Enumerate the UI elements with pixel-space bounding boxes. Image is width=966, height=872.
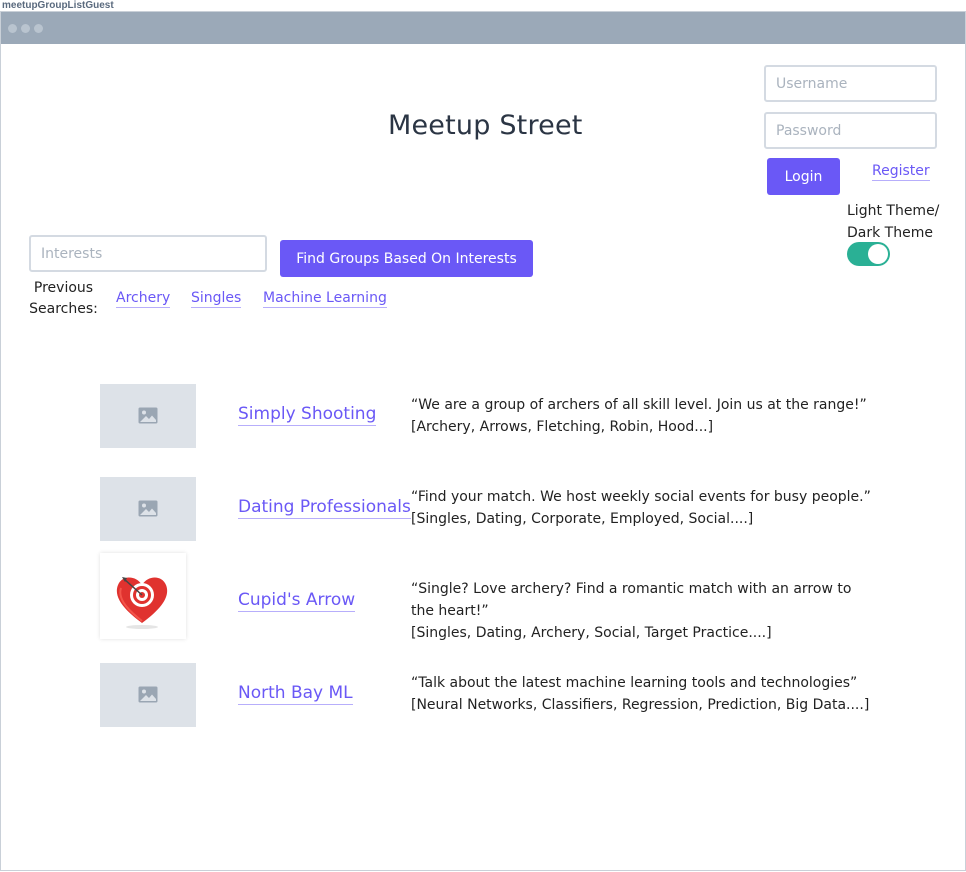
group-thumbnail (100, 477, 196, 541)
theme-label: Light Theme/ Dark Theme (847, 200, 939, 244)
group-description: “We are a group of archers of all skill … (411, 394, 867, 438)
frame-label: meetupGroupListGuest (2, 0, 114, 11)
group-name-link[interactable]: Simply Shooting (238, 403, 377, 426)
image-placeholder-icon (138, 500, 158, 517)
find-groups-button[interactable]: Find Groups Based On Interests (280, 240, 533, 277)
previous-search-machine-learning[interactable]: Machine Learning (263, 290, 387, 308)
group-thumbnail (100, 663, 196, 727)
window-dot-icon (34, 24, 43, 33)
previous-label-line2: Searches: (29, 301, 98, 317)
heart-target-logo (116, 577, 168, 629)
group-description-text: “Find your match. We host weekly social … (411, 489, 871, 505)
group-description-line1: “Single? Love archery? Find a romantic m… (411, 581, 852, 597)
image-placeholder-icon (138, 686, 158, 703)
group-name-link[interactable]: Dating Professionals (238, 496, 411, 519)
login-button[interactable]: Login (767, 158, 840, 195)
group-description-text: “Talk about the latest machine learning … (411, 675, 858, 691)
group-tags: [Neural Networks, Classifiers, Regressio… (411, 697, 870, 713)
group-tags: [Archery, Arrows, Fletching, Robin, Hood… (411, 419, 714, 435)
previous-search-archery[interactable]: Archery (116, 290, 171, 308)
group-description: “Single? Love archery? Find a romantic m… (411, 578, 851, 644)
group-description: “Find your match. We host weekly social … (411, 486, 871, 530)
group-thumbnail (100, 384, 196, 448)
group-description: “Talk about the latest machine learning … (411, 672, 869, 716)
group-tags: [Singles, Dating, Corporate, Employed, S… (411, 511, 754, 527)
theme-label-line1: Light Theme/ (847, 203, 940, 219)
interests-input[interactable] (29, 235, 267, 272)
group-thumbnail (100, 553, 186, 639)
group-tags: [Singles, Dating, Archery, Social, Targe… (411, 625, 772, 641)
window-dot-icon (8, 24, 17, 33)
group-description-line2: the heart!” (411, 603, 489, 619)
previous-search-singles[interactable]: Singles (191, 290, 242, 308)
group-name-link[interactable]: North Bay ML (238, 682, 353, 705)
toggle-knob (868, 244, 888, 264)
previous-label-line1: Previous (33, 280, 94, 296)
password-input[interactable] (764, 112, 937, 149)
previous-searches-label: Previous Searches: (27, 278, 100, 320)
image-placeholder-icon (138, 407, 158, 424)
register-link[interactable]: Register (872, 162, 930, 181)
theme-toggle[interactable] (847, 242, 890, 266)
group-name-link[interactable]: Cupid's Arrow (238, 589, 356, 612)
group-description-text: “We are a group of archers of all skill … (411, 397, 867, 413)
theme-label-line2: Dark Theme (847, 225, 933, 241)
app-title: Meetup Street (388, 110, 583, 141)
username-input[interactable] (764, 65, 937, 102)
window-dot-icon (21, 24, 30, 33)
window-titlebar (1, 12, 965, 44)
